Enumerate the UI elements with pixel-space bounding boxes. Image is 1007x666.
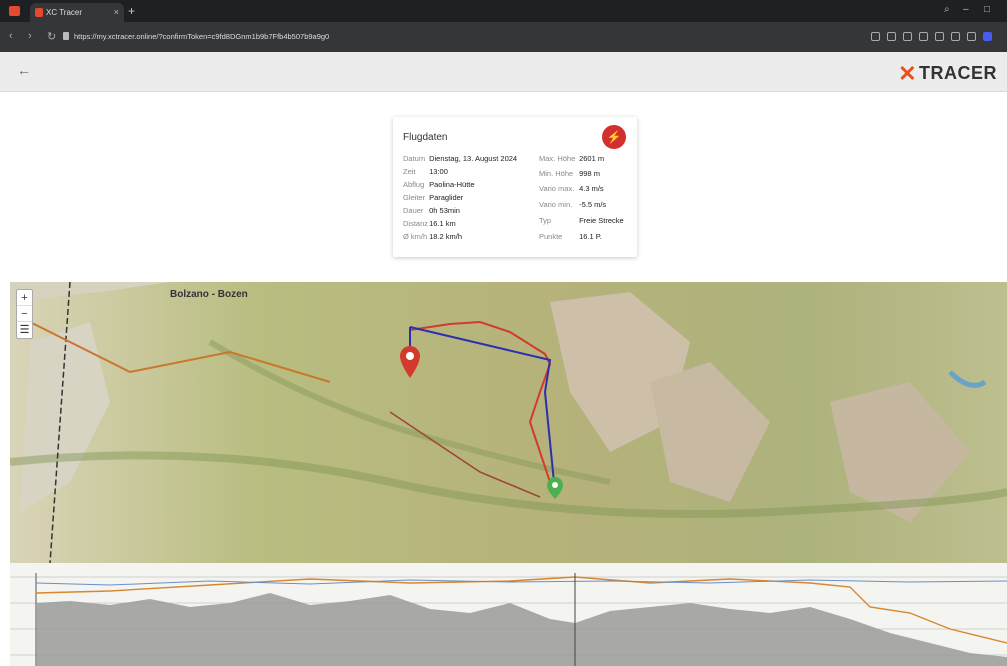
extension-icon[interactable]: [887, 32, 896, 41]
stat-row: Max. Höhe 2601 m: [539, 154, 605, 163]
flight-data-card: Flugdaten ⚡ Datum Dienstag, 13. August 2…: [393, 117, 637, 257]
flight-map[interactable]: Bolzano - Bozen + − ☰: [10, 282, 1007, 563]
terrain-area: [36, 593, 1007, 666]
takeoff-marker-icon: [400, 346, 420, 378]
brand-x-icon: ✕: [898, 61, 917, 86]
stat-row: Distanz 16.1 km: [403, 219, 456, 228]
stat-row: Abflug Paolina-Hütte: [403, 180, 475, 189]
xctracer-favicon-icon: [35, 8, 43, 17]
landing-marker-icon: [547, 477, 563, 499]
stat-row: Gleiter Paraglider: [403, 193, 464, 202]
app-header: ← ✕ TRACER: [0, 52, 1007, 92]
map-zoom-control: + − ☰: [16, 289, 33, 339]
url-field[interactable]: https://my.xctracer.online/?confirmToken…: [74, 30, 854, 44]
reload-icon[interactable]: ↻: [47, 30, 56, 43]
stat-row: Ø km/h 18.2 km/h: [403, 232, 463, 241]
browser-address-bar: ‹ › ↻ https://my.xctracer.online/?confir…: [0, 22, 1007, 52]
stat-row: Min. Höhe 998 m: [539, 169, 600, 178]
elevation-profile-graph: [10, 573, 1007, 666]
layers-icon[interactable]: ☰: [17, 322, 32, 338]
browser-tab-bar: XC Tracer × + ⌕ – □: [0, 0, 1007, 22]
elevation-profile[interactable]: [10, 563, 1007, 666]
back-nav-icon[interactable]: ‹: [9, 30, 13, 42]
stat-row: Dauer 0h 53min: [403, 206, 460, 215]
browser-tab[interactable]: XC Tracer ×: [30, 3, 124, 22]
stat-row: Vario min. -5.5 m/s: [539, 200, 607, 209]
brand-name: TRACER: [919, 63, 997, 83]
extension-icon[interactable]: [903, 32, 912, 41]
lightning-bolt-icon[interactable]: ⚡: [602, 125, 626, 149]
map-terrain: [10, 282, 1007, 563]
download-icon[interactable]: [951, 32, 960, 41]
profile-icon[interactable]: [983, 32, 992, 41]
card-title: Flugdaten: [403, 132, 448, 143]
extension-icon[interactable]: [919, 32, 928, 41]
brand-logo: ✕ TRACER: [898, 61, 997, 87]
map-city-label: Bolzano - Bozen: [170, 289, 248, 300]
zoom-out-button[interactable]: −: [17, 306, 32, 322]
search-icon[interactable]: ⌕: [944, 4, 950, 15]
stat-row: Punkte 16.1 P.: [539, 232, 602, 241]
tab-title: XC Tracer: [46, 8, 83, 17]
extension-icon[interactable]: [871, 32, 880, 41]
zoom-in-button[interactable]: +: [17, 290, 32, 306]
minimize-icon[interactable]: –: [963, 4, 969, 15]
restore-icon[interactable]: □: [984, 4, 990, 15]
arrow-left-icon[interactable]: ←: [17, 62, 31, 78]
new-tab-icon[interactable]: +: [128, 3, 135, 19]
stat-row: Datum Dienstag, 13. August 2024: [403, 154, 518, 163]
extension-icon[interactable]: [935, 32, 944, 41]
lock-icon: [63, 32, 69, 40]
forward-nav-icon[interactable]: ›: [28, 30, 32, 42]
stat-row: Vario max. 4.3 m/s: [539, 184, 604, 193]
stat-row: Typ Freie Strecke: [539, 216, 624, 225]
sidebar-icon[interactable]: [967, 32, 976, 41]
stat-row: Zeit 13:00: [403, 167, 448, 176]
browser-app-icon: [9, 6, 20, 16]
close-tab-icon[interactable]: ×: [114, 3, 119, 22]
